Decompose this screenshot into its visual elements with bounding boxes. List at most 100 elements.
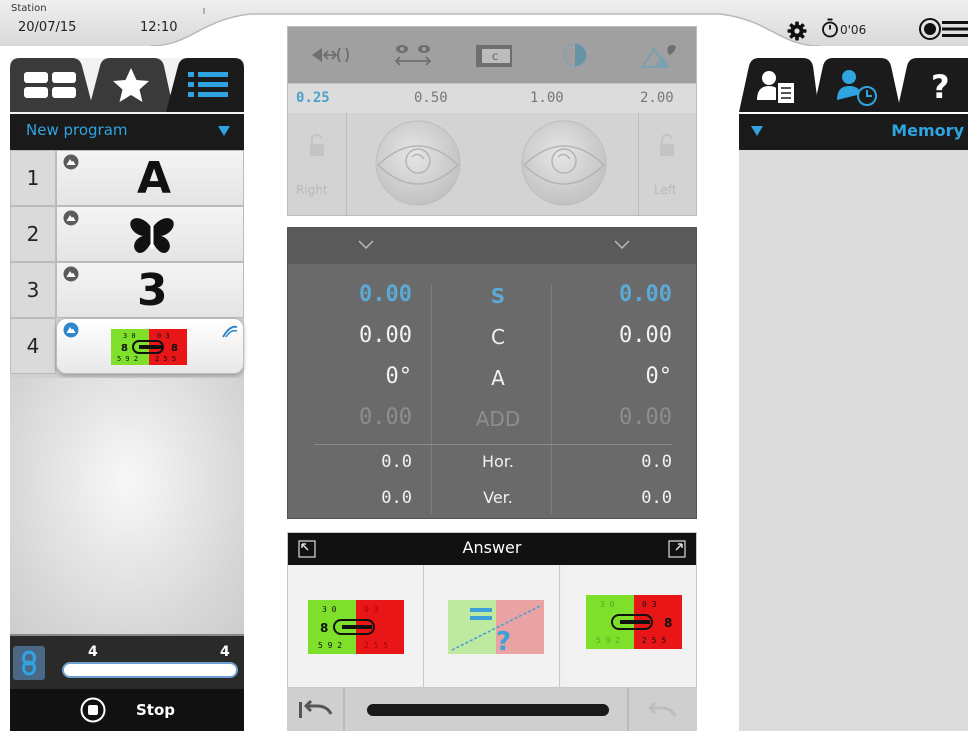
mountain-icon (63, 210, 79, 226)
stop-button[interactable]: Stop (10, 689, 244, 731)
right-ver-value[interactable]: 0.0 (292, 488, 412, 508)
cross-cylinder-icon[interactable] (560, 41, 590, 69)
svg-text:?: ? (496, 627, 511, 654)
first-step-icon[interactable] (297, 698, 333, 722)
program-row[interactable]: 1 A (10, 150, 244, 206)
tab-patient-record[interactable] (739, 58, 819, 112)
left-hor-value[interactable]: 0.0 (542, 452, 672, 472)
main-menu-icon[interactable] (918, 16, 968, 42)
list-icon (188, 72, 228, 97)
right-add-value[interactable]: 0.00 (292, 405, 412, 430)
fog-icon[interactable] (640, 41, 680, 69)
left-add-value[interactable]: 0.00 (542, 405, 672, 430)
program-list-empty-area (10, 378, 244, 634)
program-row-target[interactable] (56, 206, 244, 262)
left-eye-icon[interactable] (520, 119, 608, 207)
right-sphere-value[interactable]: 0.00 (292, 282, 412, 307)
chevron-down-icon[interactable] (358, 240, 374, 250)
patient-tabs: ? (739, 58, 968, 116)
right-axis-value[interactable]: 0° (292, 364, 413, 389)
auto-step-icon (222, 325, 238, 338)
left-sphere-value[interactable]: 0.00 (542, 282, 672, 307)
duochrome-red-icon: 3 0 0 3 5 9 2 2 5 5 8 (586, 595, 682, 649)
lock-icon-left[interactable] (658, 133, 676, 157)
link-icon[interactable] (13, 646, 45, 680)
program-row-target[interactable]: 3 (56, 262, 244, 318)
test-navigation (287, 688, 697, 731)
mountain-icon (63, 322, 79, 338)
lock-icon-right[interactable] (308, 133, 326, 157)
left-ver-value[interactable]: 0.0 (542, 488, 672, 508)
sphere-row[interactable]: 0.00 S 0.00 (288, 280, 696, 320)
step-size-bar: 0.25 0.50 1.00 2.00 (288, 83, 696, 113)
svg-text:3 0: 3 0 (123, 332, 136, 340)
step-slider[interactable] (367, 704, 609, 716)
program-row-selected[interactable]: 4 3 0 0 3 5 9 2 2 5 5 8 8 (10, 318, 244, 374)
svg-text:2 5 5: 2 5 5 (364, 641, 388, 650)
memory-selector[interactable]: Memory (739, 114, 968, 150)
svg-text:5 9 2: 5 9 2 (117, 355, 138, 363)
stop-icon (80, 697, 106, 723)
gear-icon[interactable] (786, 20, 808, 42)
timer-display: 0'06 (840, 23, 867, 37)
step-option[interactable]: 0.50 (414, 90, 448, 106)
tab-grid[interactable] (10, 58, 94, 112)
progress-bar[interactable] (62, 662, 238, 678)
right-cylinder-value[interactable]: 0.00 (292, 323, 412, 348)
answer-panel: Answer 3 00 3 5 9 22 5 5 8 ? 3 0 0 3 5 9… (287, 532, 697, 688)
right-eye-label: Right (296, 183, 328, 197)
station-label: Station (11, 3, 47, 14)
eye-selector: Right Left (288, 113, 696, 215)
step-option[interactable]: 2.00 (640, 90, 674, 106)
svg-text:8: 8 (171, 343, 178, 354)
left-axis-value[interactable]: 0° (542, 364, 673, 389)
vertical-prism-row[interactable]: 0.0 Ver. 0.0 (288, 486, 696, 526)
program-name: New program (26, 121, 128, 139)
number-target: 3 (137, 265, 168, 316)
binocular-icon[interactable] (388, 41, 438, 69)
step-option-active[interactable]: 0.25 (296, 90, 330, 106)
svg-text:8: 8 (320, 621, 328, 635)
svg-text:5 9 2: 5 9 2 (596, 636, 620, 645)
axis-row[interactable]: 0° A 0° (288, 362, 696, 402)
cylinder-row[interactable]: 0.00 C 0.00 (288, 321, 696, 361)
cylinder-label: C (491, 325, 505, 349)
right-eye-icon[interactable] (374, 119, 462, 207)
program-row[interactable]: 2 (10, 206, 244, 262)
svg-text:0 3: 0 3 (157, 332, 170, 340)
prism-icon[interactable] (310, 41, 356, 69)
answer-title: Answer (462, 538, 522, 557)
svg-text:5 9 2: 5 9 2 (318, 641, 342, 650)
program-row-number: 3 (10, 262, 56, 318)
tab-favorites[interactable] (88, 58, 174, 112)
left-cylinder-value[interactable]: 0.00 (542, 323, 672, 348)
dropdown-arrow-icon (218, 126, 230, 136)
chart-icon[interactable]: C (472, 41, 516, 69)
step-option[interactable]: 1.00 (530, 90, 564, 106)
answer-green-button[interactable]: 3 0 0 3 5 9 2 2 5 5 8 (288, 565, 424, 687)
program-row[interactable]: 3 3 (10, 262, 244, 318)
svg-text:3 0: 3 0 (600, 600, 615, 609)
answer-red-button[interactable]: 3 0 0 3 5 9 2 2 5 5 8 (566, 565, 696, 687)
undo-icon[interactable] (643, 698, 679, 722)
right-hor-value[interactable]: 0.0 (292, 452, 412, 472)
divider (314, 444, 672, 445)
program-row-number: 1 (10, 150, 56, 206)
left-eye-label: Left (654, 183, 677, 197)
addition-row[interactable]: 0.00 ADD 0.00 (288, 403, 696, 443)
program-row-target[interactable]: A (56, 150, 244, 206)
hor-label: Hor. (481, 452, 514, 471)
tab-help[interactable]: ? (897, 58, 968, 112)
program-progress: 4 4 (10, 634, 244, 689)
chevron-down-icon[interactable] (614, 240, 630, 250)
lens-control-panel: C 0.25 0.50 1.00 2.00 Right Left (287, 26, 697, 216)
expand-icon[interactable] (668, 540, 686, 558)
stopwatch-icon[interactable] (821, 18, 839, 38)
program-row-target[interactable]: 3 0 0 3 5 9 2 2 5 5 8 8 (56, 318, 244, 374)
answer-unsure-button[interactable]: ? (424, 565, 560, 687)
horizontal-prism-row[interactable]: 0.0 Hor. 0.0 (288, 450, 696, 490)
tab-patient-history[interactable] (813, 58, 901, 112)
tab-program-list[interactable] (166, 58, 244, 112)
program-selector[interactable]: New program (10, 114, 244, 150)
ver-label: Ver. (483, 488, 513, 507)
